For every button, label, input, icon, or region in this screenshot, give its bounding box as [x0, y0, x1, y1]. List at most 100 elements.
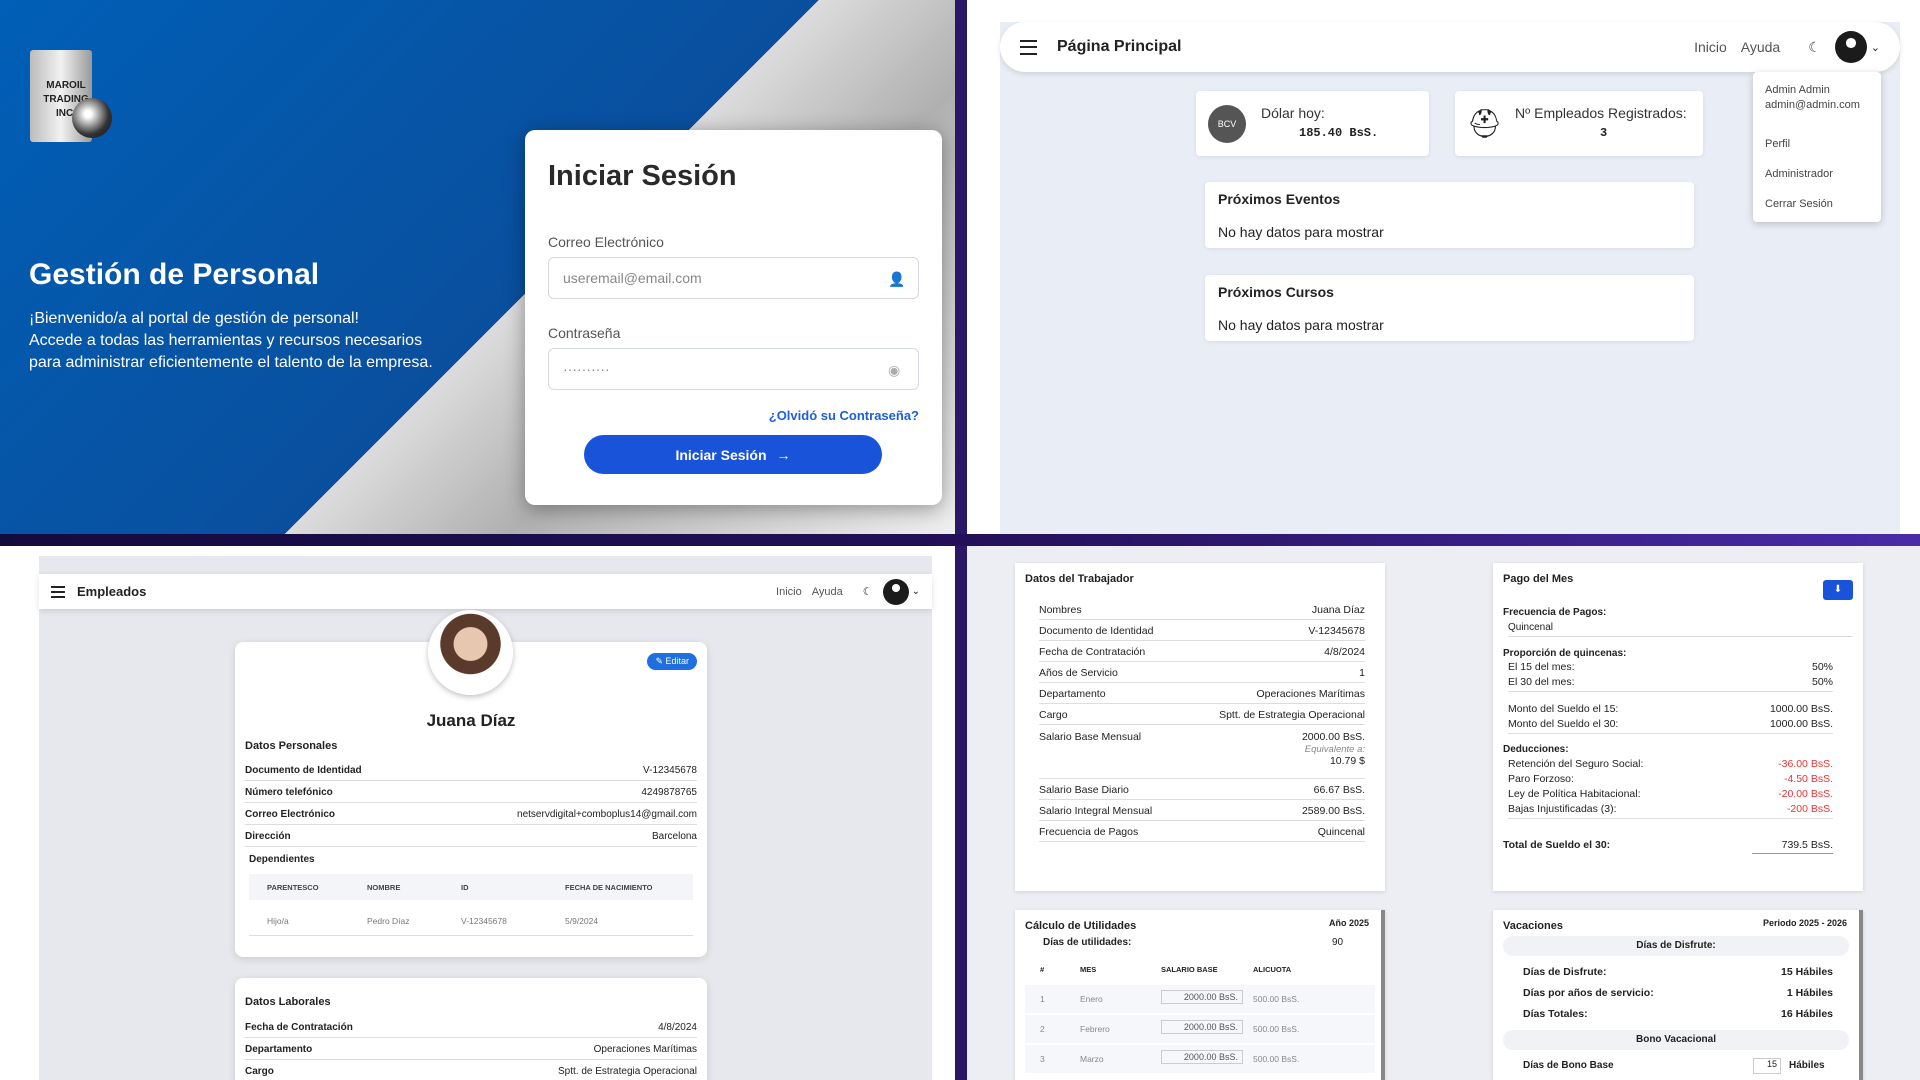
events-card: Próximos Eventos No hay datos para mostr… [1205, 182, 1694, 248]
employee-screen: Empleados Inicio Ayuda ☾ ⌄ ✎ Editar Juan… [0, 546, 955, 1080]
field-value: Juana Díaz [1311, 604, 1365, 616]
bonus-header: Bono Vacacional [1503, 1030, 1849, 1050]
forgot-password-link[interactable]: ¿Olvidó su Contraseña? [769, 408, 919, 423]
scrollbar[interactable] [1381, 910, 1385, 1080]
cell: 500.00 BsS. [1253, 1024, 1300, 1034]
pay-title: Pago del Mes [1503, 573, 1574, 585]
field-label: Departamento [245, 1044, 313, 1055]
employees-card: ⛑ Nº Empleados Registrados: 3 [1455, 91, 1703, 156]
download-icon[interactable]: ⬇ [1823, 580, 1853, 600]
col-header: MES [1080, 965, 1097, 974]
col-header: FECHA DE NACIMIENTO [565, 883, 653, 892]
field-value: 4/8/2024 [1324, 646, 1365, 658]
menu-icon[interactable] [1020, 39, 1037, 55]
field-value: Sptt. de Estrategia Operacional [1219, 709, 1365, 721]
field-value: -20.00 BsS. [1778, 788, 1833, 800]
email-field[interactable]: useremail@email.com 👤 [548, 257, 919, 299]
topbar: Página Principal Inicio Ayuda ☾ ⌄ [1000, 22, 1900, 72]
field-label: El 15 del mes: [1508, 661, 1575, 673]
salary-input[interactable]: 2000.00 BsS. [1161, 1020, 1243, 1034]
table-row: Hijo/a Pedro Díaz V-12345678 5/9/2024 [249, 906, 693, 936]
cell: 2000.00 [1183, 1022, 1217, 1032]
table-row: 1 Enero 2000.00 BsS. 500.00 BsS. [1025, 985, 1375, 1013]
utilities-title: Cálculo de Utilidades [1025, 920, 1137, 932]
cell: V-12345678 [461, 916, 507, 926]
cell: 2000.00 [1183, 992, 1217, 1002]
menu-item-perfil[interactable]: Perfil [1765, 138, 1790, 150]
cell: 3 [1040, 1054, 1045, 1064]
salary-row: Salario Base Mensual 2000.00 BsS. Equiva… [1039, 731, 1365, 779]
field-label: Días de Disfrute: [1523, 966, 1607, 978]
login-button[interactable]: Iniciar Sesión → [584, 435, 882, 474]
nav-inicio[interactable]: Inicio [776, 586, 802, 598]
field-value: 66.67 BsS. [1313, 784, 1365, 796]
field-label: Salario Base Diario [1039, 784, 1129, 796]
vacations-title: Vacaciones [1503, 920, 1563, 932]
field-value: 1000.00 BsS. [1769, 703, 1833, 715]
cell: Enero [1080, 994, 1103, 1004]
days-label: Días de utilidades: [1043, 937, 1132, 948]
total-label: Total de Sueldo el 30: [1503, 839, 1611, 851]
eye-icon[interactable]: ◉ [888, 362, 904, 378]
hero-title: Gestión de Personal [29, 258, 320, 291]
hero-line: para administrar eficientemente el talen… [29, 354, 433, 371]
nav-inicio[interactable]: Inicio [1694, 39, 1727, 55]
edit-button[interactable]: ✎ Editar [647, 653, 697, 670]
field-value: 2000.00 BsS. [1301, 731, 1365, 743]
field-value: Operaciones Marítimas [593, 1044, 697, 1055]
menu-user-name: Admin Admin [1765, 84, 1830, 96]
salary-input[interactable]: 2000.00 BsS. [1161, 1050, 1243, 1064]
field-value: 1000.00 BsS. [1769, 718, 1833, 730]
field-label: Monto del Sueldo el 30: [1508, 718, 1619, 730]
pay-panel: Pago del Mes ⬇ Frecuencia de Pagos: Quin… [1493, 563, 1863, 891]
events-empty: No hay datos para mostrar [1218, 224, 1384, 240]
field-label: Documento de Identidad [1039, 625, 1154, 637]
col-header: SALARIO BASE [1161, 965, 1218, 974]
moon-icon[interactable]: ☾ [863, 585, 873, 598]
field-value: 1 Hábiles [1786, 987, 1833, 999]
avatar[interactable] [1834, 31, 1867, 63]
field-value: netservdigital+comboplus14@gmail.com [517, 809, 697, 820]
chevron-down-icon[interactable]: ⌄ [1871, 41, 1880, 54]
worker-panel: Datos del Trabajador Nombres Juana Díaz D… [1015, 563, 1385, 891]
unit: BsS. [1218, 1052, 1238, 1062]
employees-label: Nº Empleados Registrados: [1515, 105, 1687, 121]
field-label: Número telefónico [245, 787, 333, 798]
field-value: 50% [1811, 661, 1833, 673]
nav-ayuda[interactable]: Ayuda [812, 586, 843, 598]
chevron-down-icon[interactable]: ⌄ [912, 586, 920, 597]
col-header: ID [461, 883, 469, 892]
freq-label: Frecuencia de Pagos: [1503, 607, 1607, 618]
field-label: Fecha de Contratación [245, 1022, 353, 1033]
field-value: V-12345678 [1308, 625, 1365, 637]
table-row: 2 Febrero 2000.00 BsS. 500.00 BsS. [1025, 1015, 1375, 1043]
helmet-icon: ⛑ [1467, 108, 1503, 139]
dependents-label: Dependientes [249, 854, 315, 865]
freq-value: Quincenal [1508, 622, 1853, 637]
avatar[interactable] [882, 578, 909, 605]
field-value: 1 [1359, 667, 1365, 679]
bonus-input[interactable]: 15 [1753, 1058, 1781, 1074]
menu-item-cerrar-sesion[interactable]: Cerrar Sesión [1765, 198, 1833, 210]
table-row: 3 Marzo 2000.00 BsS. 500.00 BsS. [1025, 1045, 1375, 1073]
scrollbar[interactable] [1859, 910, 1863, 1080]
vacations-panel: Vacaciones Periodo 2025 - 2026 Días de D… [1493, 910, 1863, 1080]
profile-photo [428, 610, 513, 695]
password-field[interactable]: ·········· ◉ [548, 348, 919, 390]
salary-input[interactable]: 2000.00 BsS. [1161, 990, 1243, 1004]
col-header: NOMBRE [367, 883, 401, 892]
field-value: 4249878765 [641, 787, 697, 798]
field-label: Bajas Injustificadas (3): [1508, 803, 1617, 815]
field-value: 16 Hábiles [1781, 1008, 1833, 1020]
field-label: Documento de Identidad [245, 765, 362, 776]
employee-name: Juana Díaz [426, 711, 516, 730]
moon-icon[interactable]: ☾ [1808, 39, 1821, 56]
nav-ayuda[interactable]: Ayuda [1741, 39, 1780, 55]
menu-item-administrador[interactable]: Administrador [1765, 168, 1833, 180]
field-label: Frecuencia de Pagos [1039, 826, 1139, 838]
cell: 500.00 BsS. [1253, 994, 1300, 1004]
menu-icon[interactable] [51, 585, 65, 598]
field-label: Departamento [1039, 688, 1106, 700]
edit-label: Editar [665, 656, 689, 666]
email-placeholder: useremail@email.com [563, 270, 702, 286]
